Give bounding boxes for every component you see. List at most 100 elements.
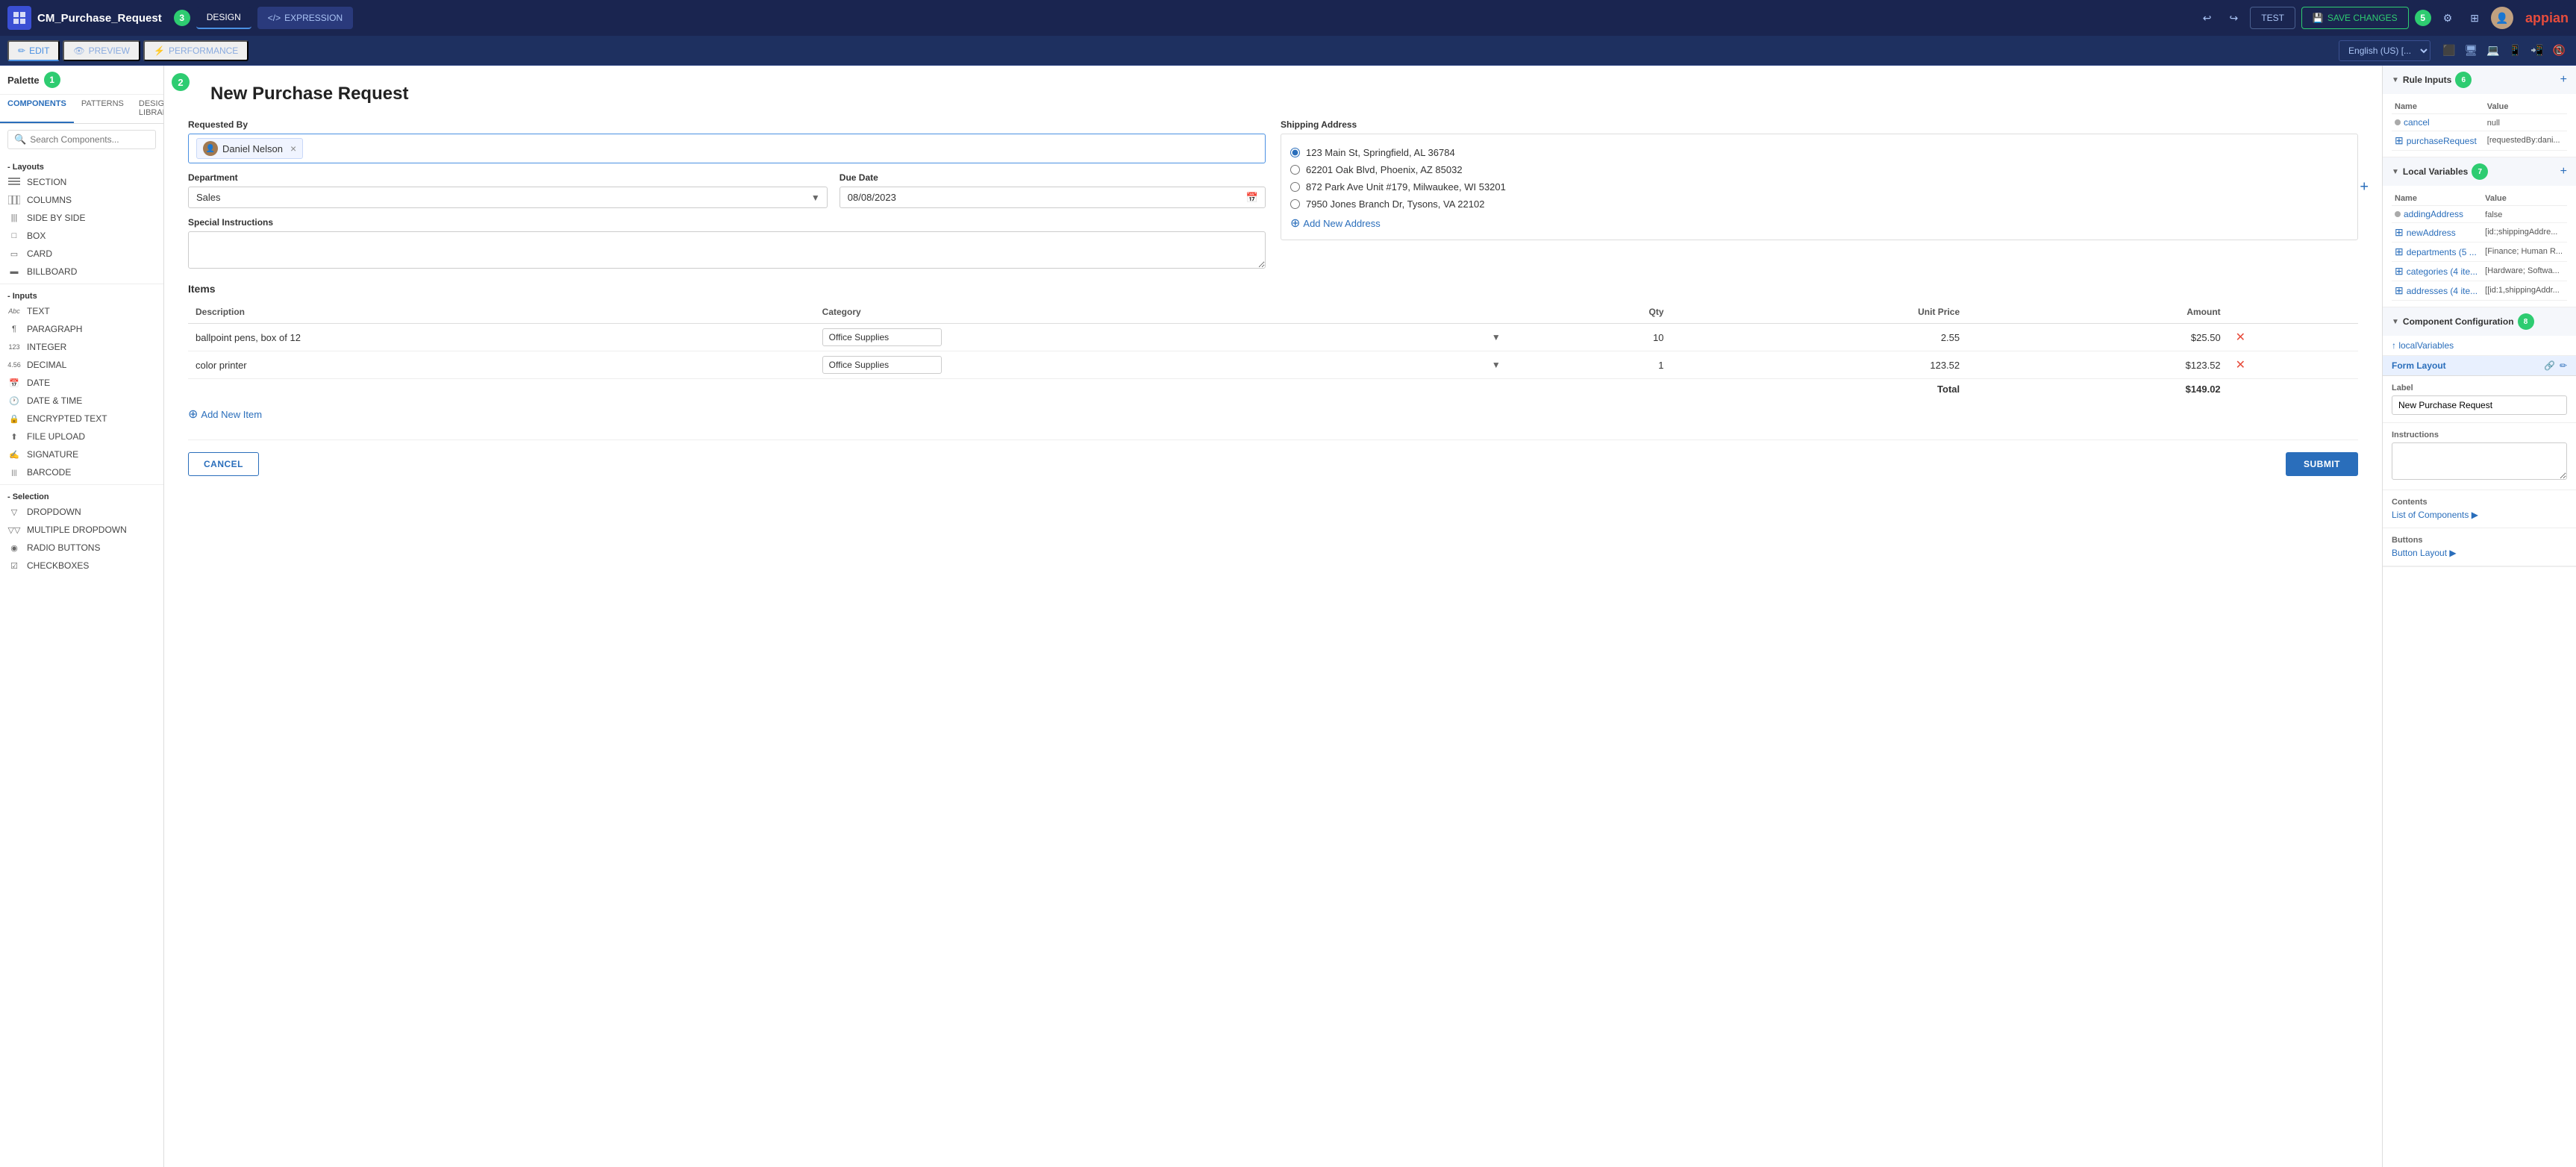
save-changes-btn[interactable]: 💾 SAVE CHANGES bbox=[2301, 7, 2409, 29]
user-avatar[interactable]: 👤 bbox=[2491, 7, 2513, 29]
local-variables-header[interactable]: ▼ Local Variables 7 + bbox=[2383, 157, 2576, 186]
rule-purchase-request-link[interactable]: ⊞ purchaseRequest bbox=[2395, 134, 2481, 147]
test-btn[interactable]: TEST bbox=[2250, 7, 2295, 29]
palette-item-checkboxes[interactable]: ☑ CHECKBOXES bbox=[0, 557, 163, 575]
tab-components[interactable]: COMPONENTS bbox=[0, 95, 74, 123]
lv-departments-link[interactable]: ⊞ departments (5 ... bbox=[2395, 245, 2479, 258]
label-input[interactable] bbox=[2392, 395, 2567, 415]
delete-icon-2[interactable]: ✕ bbox=[2236, 359, 2245, 372]
lv-adding-address-link[interactable]: addingAddress bbox=[2395, 209, 2479, 219]
category-select-2[interactable]: Office Supplies bbox=[822, 356, 942, 374]
add-to-address-btn[interactable]: + bbox=[2360, 178, 2369, 195]
component-edit-icon[interactable]: ✏ bbox=[2560, 360, 2567, 371]
palette-item-date[interactable]: 📅 DATE bbox=[0, 374, 163, 392]
mobile-small-icon[interactable]: 📵 bbox=[2550, 43, 2569, 58]
laptop-icon[interactable]: 💻 bbox=[2483, 43, 2502, 58]
address-option-3[interactable]: 872 Park Ave Unit #179, Milwaukee, WI 53… bbox=[1290, 181, 2348, 193]
palette-item-text[interactable]: Abc TEXT bbox=[0, 302, 163, 320]
rule-purchase-request-plus[interactable]: ⊞ bbox=[2395, 134, 2404, 147]
lv-categories-link[interactable]: ⊞ categories (4 ite... bbox=[2395, 265, 2479, 278]
special-instructions-input[interactable] bbox=[188, 231, 1266, 269]
contents-link[interactable]: List of Components ▶ bbox=[2392, 510, 2567, 520]
address-option-1[interactable]: 123 Main St, Springfield, AL 36784 bbox=[1290, 147, 2348, 158]
settings-btn[interactable]: ⚙ bbox=[2437, 9, 2459, 28]
palette-item-paragraph[interactable]: ¶ PARAGRAPH bbox=[0, 320, 163, 338]
palette-item-radio-buttons[interactable]: ◉ RADIO BUTTONS bbox=[0, 539, 163, 557]
local-variables-link[interactable]: ↑ localVariables bbox=[2392, 340, 2567, 351]
palette-item-date-time[interactable]: 🕐 DATE & TIME bbox=[0, 392, 163, 410]
multiple-dropdown-icon: ▽▽ bbox=[7, 525, 21, 535]
item-1-delete[interactable]: ✕ bbox=[2228, 324, 2358, 351]
cancel-btn[interactable]: CANCEL bbox=[188, 452, 259, 476]
palette-item-multiple-dropdown[interactable]: ▽▽ MULTIPLE DROPDOWN bbox=[0, 521, 163, 539]
edit-tab[interactable]: ✏ EDIT bbox=[7, 40, 60, 61]
instructions-input[interactable] bbox=[2392, 442, 2567, 480]
desktop-icon[interactable]: 🖥 bbox=[2461, 43, 2480, 58]
department-select[interactable]: Sales bbox=[188, 187, 828, 208]
desktop-wide-icon[interactable]: ⬛ bbox=[2439, 43, 2458, 58]
rule-inputs-header[interactable]: ▼ Rule Inputs 6 + bbox=[2383, 66, 2576, 94]
lv-categories-plus[interactable]: ⊞ bbox=[2395, 265, 2404, 278]
redo-btn[interactable]: ↪ bbox=[2224, 9, 2245, 28]
address-option-2[interactable]: 62201 Oak Blvd, Phoenix, AZ 85032 bbox=[1290, 164, 2348, 175]
category-arrow-1: ▼ bbox=[1492, 332, 1501, 342]
add-local-variable-btn[interactable]: + bbox=[2560, 165, 2567, 178]
tab-patterns[interactable]: PATTERNS bbox=[74, 95, 131, 123]
component-link-icon[interactable]: 🔗 bbox=[2544, 360, 2555, 371]
requested-by-input[interactable]: 👤 Daniel Nelson × bbox=[188, 134, 1266, 163]
lv-addresses-plus[interactable]: ⊞ bbox=[2395, 284, 2404, 297]
address-option-4[interactable]: 7950 Jones Branch Dr, Tysons, VA 22102 bbox=[1290, 198, 2348, 210]
lv-addresses-link[interactable]: ⊞ addresses (4 ite... bbox=[2395, 284, 2479, 297]
palette-item-signature[interactable]: ✍ SIGNATURE bbox=[0, 445, 163, 463]
address-radio-1[interactable] bbox=[1290, 148, 1300, 157]
calendar-icon[interactable]: 📅 bbox=[1246, 192, 1258, 204]
delete-icon-1[interactable]: ✕ bbox=[2236, 331, 2245, 344]
add-item-btn[interactable]: ⊕ Add New Item bbox=[188, 407, 2358, 422]
design-btn[interactable]: DESIGN bbox=[196, 7, 251, 29]
undo-btn[interactable]: ↩ bbox=[2197, 9, 2218, 28]
palette-item-integer[interactable]: 123 INTEGER bbox=[0, 338, 163, 356]
palette-item-barcode[interactable]: ||| BARCODE bbox=[0, 463, 163, 481]
selection-section-title: - Selection bbox=[0, 488, 163, 503]
add-address-btn[interactable]: ⊕ Add New Address bbox=[1290, 216, 2348, 231]
locale-select[interactable]: English (US) [... bbox=[2339, 40, 2430, 61]
lv-new-address-link[interactable]: ⊞ newAddress bbox=[2395, 226, 2479, 239]
palette-item-section[interactable]: SECTION bbox=[0, 173, 163, 191]
due-date-input[interactable] bbox=[840, 187, 1266, 208]
component-config-header[interactable]: ▼ Component Configuration 8 bbox=[2383, 307, 2576, 336]
address-radio-4[interactable] bbox=[1290, 199, 1300, 209]
palette-item-side-by-side[interactable]: ||| SIDE BY SIDE bbox=[0, 209, 163, 227]
submit-btn[interactable]: SUBMIT bbox=[2286, 452, 2358, 476]
text-icon: Abc bbox=[7, 306, 21, 316]
performance-tab[interactable]: ⚡ PERFORMANCE bbox=[143, 40, 248, 61]
search-input[interactable] bbox=[30, 134, 149, 145]
barcode-icon: ||| bbox=[7, 467, 21, 478]
address-radio-2[interactable] bbox=[1290, 165, 1300, 175]
side-by-side-icon: ||| bbox=[7, 213, 21, 223]
add-rule-input-btn[interactable]: + bbox=[2560, 73, 2567, 87]
tab-design-library[interactable]: DESIGN LIBRARY bbox=[131, 95, 164, 123]
rule-cancel-link[interactable]: cancel bbox=[2395, 117, 2481, 128]
palette-item-columns[interactable]: COLUMNS bbox=[0, 191, 163, 209]
mobile-icon[interactable]: 📲 bbox=[2527, 43, 2546, 58]
preview-tab[interactable]: 👁 PREVIEW bbox=[63, 40, 140, 61]
palette-item-file-upload[interactable]: ⬆ FILE UPLOAD bbox=[0, 428, 163, 445]
palette-item-billboard[interactable]: ▬ BILLBOARD bbox=[0, 263, 163, 281]
buttons-link[interactable]: Button Layout ▶ bbox=[2392, 548, 2567, 558]
palette-item-decimal[interactable]: 4.56 DECIMAL bbox=[0, 356, 163, 374]
remove-user-btn[interactable]: × bbox=[290, 143, 296, 154]
palette: Palette 1 COMPONENTS PATTERNS DESIGN LIB… bbox=[0, 66, 164, 1167]
lv-departments-plus[interactable]: ⊞ bbox=[2395, 245, 2404, 258]
selected-component-row[interactable]: Form Layout 🔗 ✏ bbox=[2383, 356, 2576, 376]
palette-item-box[interactable]: □ BOX bbox=[0, 227, 163, 245]
palette-item-card[interactable]: ▭ CARD bbox=[0, 245, 163, 263]
lv-new-address-plus[interactable]: ⊞ bbox=[2395, 226, 2404, 239]
tablet-icon[interactable]: 📱 bbox=[2506, 43, 2525, 58]
palette-item-dropdown[interactable]: ▽ DROPDOWN bbox=[0, 503, 163, 521]
address-radio-3[interactable] bbox=[1290, 182, 1300, 192]
palette-item-encrypted-text[interactable]: 🔒 ENCRYPTED TEXT bbox=[0, 410, 163, 428]
grid-btn[interactable]: ⊞ bbox=[2464, 9, 2485, 28]
item-2-delete[interactable]: ✕ bbox=[2228, 351, 2358, 379]
expression-btn[interactable]: </> EXPRESSION bbox=[257, 7, 353, 29]
category-select-1[interactable]: Office Supplies bbox=[822, 328, 942, 346]
